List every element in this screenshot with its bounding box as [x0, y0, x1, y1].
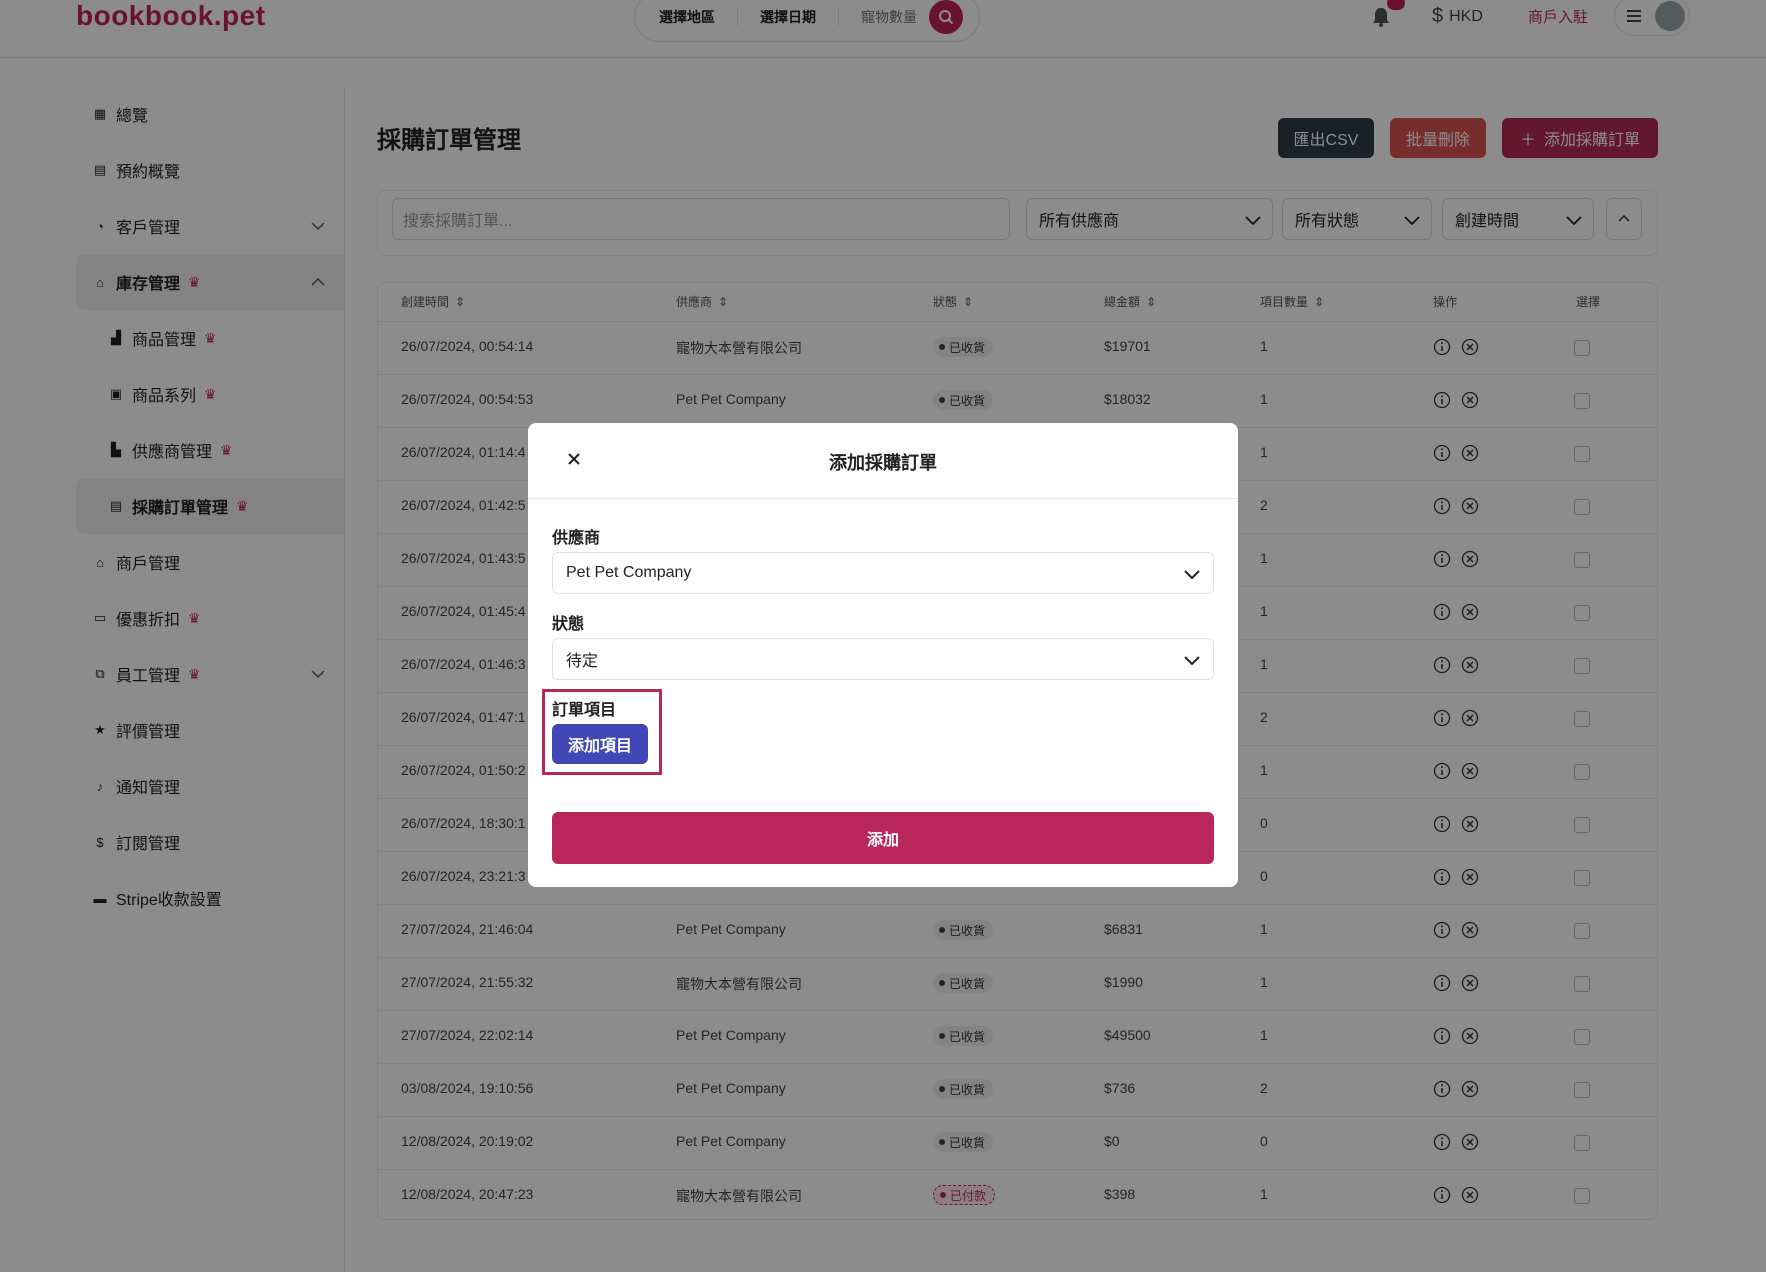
- add-purchase-order-modal: 添加採購訂單 供應商 Pet Pet Company 狀態 待定 訂單項目 添加…: [528, 423, 1238, 887]
- status-select[interactable]: 待定: [552, 638, 1214, 680]
- submit-button[interactable]: 添加: [552, 812, 1214, 864]
- supplier-label: 供應商: [552, 530, 601, 547]
- supplier-select[interactable]: Pet Pet Company: [552, 552, 1214, 594]
- add-item-button[interactable]: 添加項目: [552, 724, 648, 764]
- modal-header: 添加採購訂單: [528, 423, 1238, 499]
- modal-title: 添加採購訂單: [829, 453, 937, 473]
- chevron-down-icon: [1184, 570, 1200, 580]
- status-label: 狀態: [552, 616, 585, 633]
- chevron-down-icon: [1184, 656, 1200, 666]
- order-items-label: 訂單項目: [552, 702, 617, 719]
